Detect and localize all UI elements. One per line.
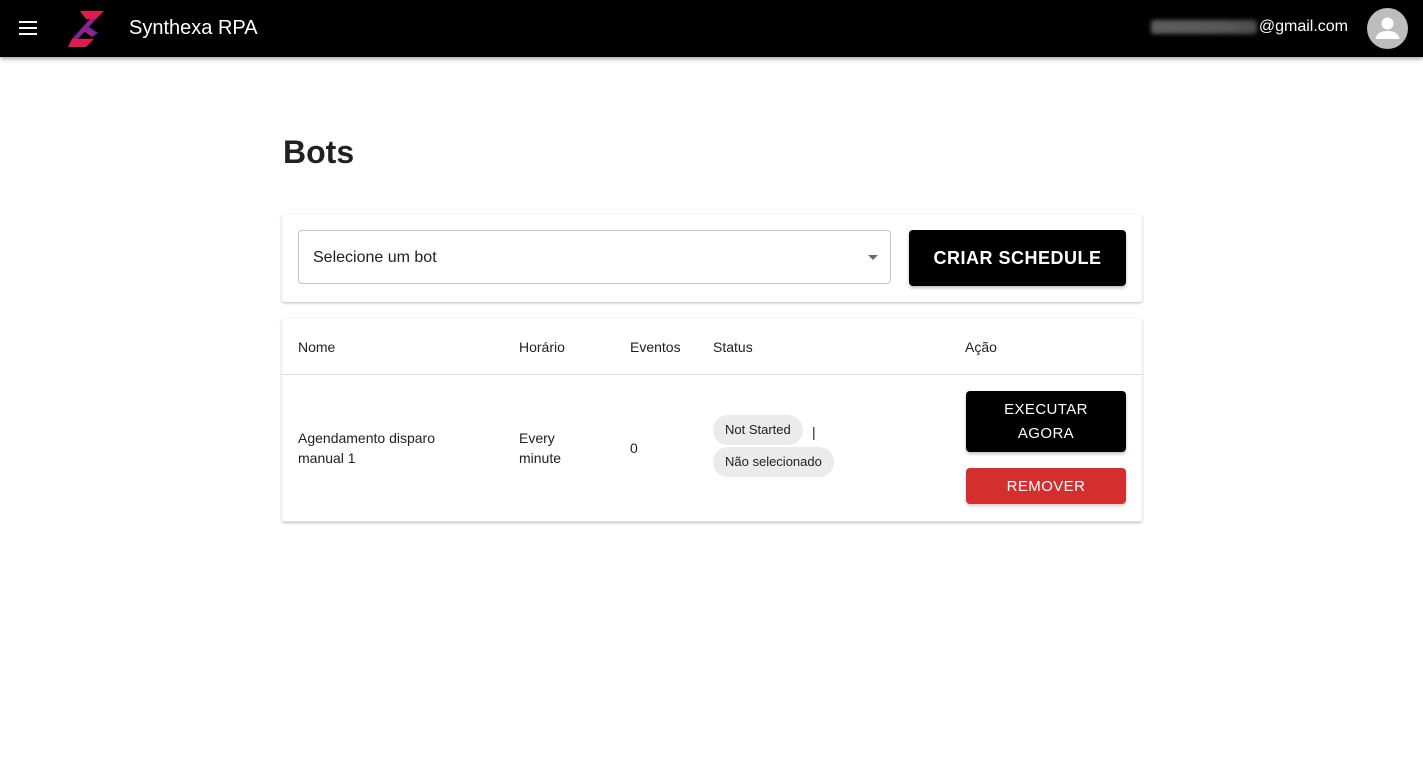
- status-separator: |: [812, 424, 816, 440]
- hamburger-menu-icon[interactable]: [14, 14, 42, 42]
- row-divider: [282, 521, 1142, 522]
- remover-button[interactable]: REMOVER: [966, 468, 1126, 504]
- executar-agora-button[interactable]: EXECUTAR AGORA: [966, 391, 1126, 452]
- bot-selector-card: Selecione um bot CRIAR SCHEDULE: [282, 214, 1142, 302]
- bot-select[interactable]: Selecione um bot: [298, 230, 891, 284]
- row-eventos: 0: [630, 440, 638, 456]
- column-header-eventos: Eventos: [630, 339, 681, 355]
- row-nome: Agendamento disparo manual 1: [298, 430, 435, 466]
- column-header-status: Status: [713, 339, 753, 355]
- user-email-domain: @gmail.com: [1258, 18, 1348, 35]
- user-email: @gmail.com: [1150, 17, 1348, 37]
- page-title: Bots: [283, 134, 355, 170]
- bot-select-placeholder: Selecione um bot: [313, 249, 437, 266]
- row-horario: Every minute: [519, 430, 562, 466]
- app-bar: Synthexa RPA @gmail.com: [0, 0, 1423, 57]
- column-header-acao: Ação: [965, 339, 997, 355]
- column-header-nome: Nome: [298, 339, 336, 355]
- app-title: Synthexa RPA: [129, 17, 258, 39]
- status-chip: Not Started: [713, 415, 803, 445]
- synthexa-logo-icon[interactable]: [66, 8, 108, 50]
- selection-chip: Não selecionado: [713, 447, 834, 477]
- column-header-horario: Horário: [519, 339, 565, 355]
- header-divider: [282, 374, 1142, 375]
- criar-schedule-button[interactable]: CRIAR SCHEDULE: [909, 230, 1126, 286]
- dropdown-arrow-icon: [868, 255, 878, 260]
- schedules-table: Nome Horário Eventos Status Ação Agendam…: [282, 318, 1142, 522]
- user-avatar-icon[interactable]: [1367, 8, 1408, 49]
- blurred-email-username: [1150, 20, 1257, 34]
